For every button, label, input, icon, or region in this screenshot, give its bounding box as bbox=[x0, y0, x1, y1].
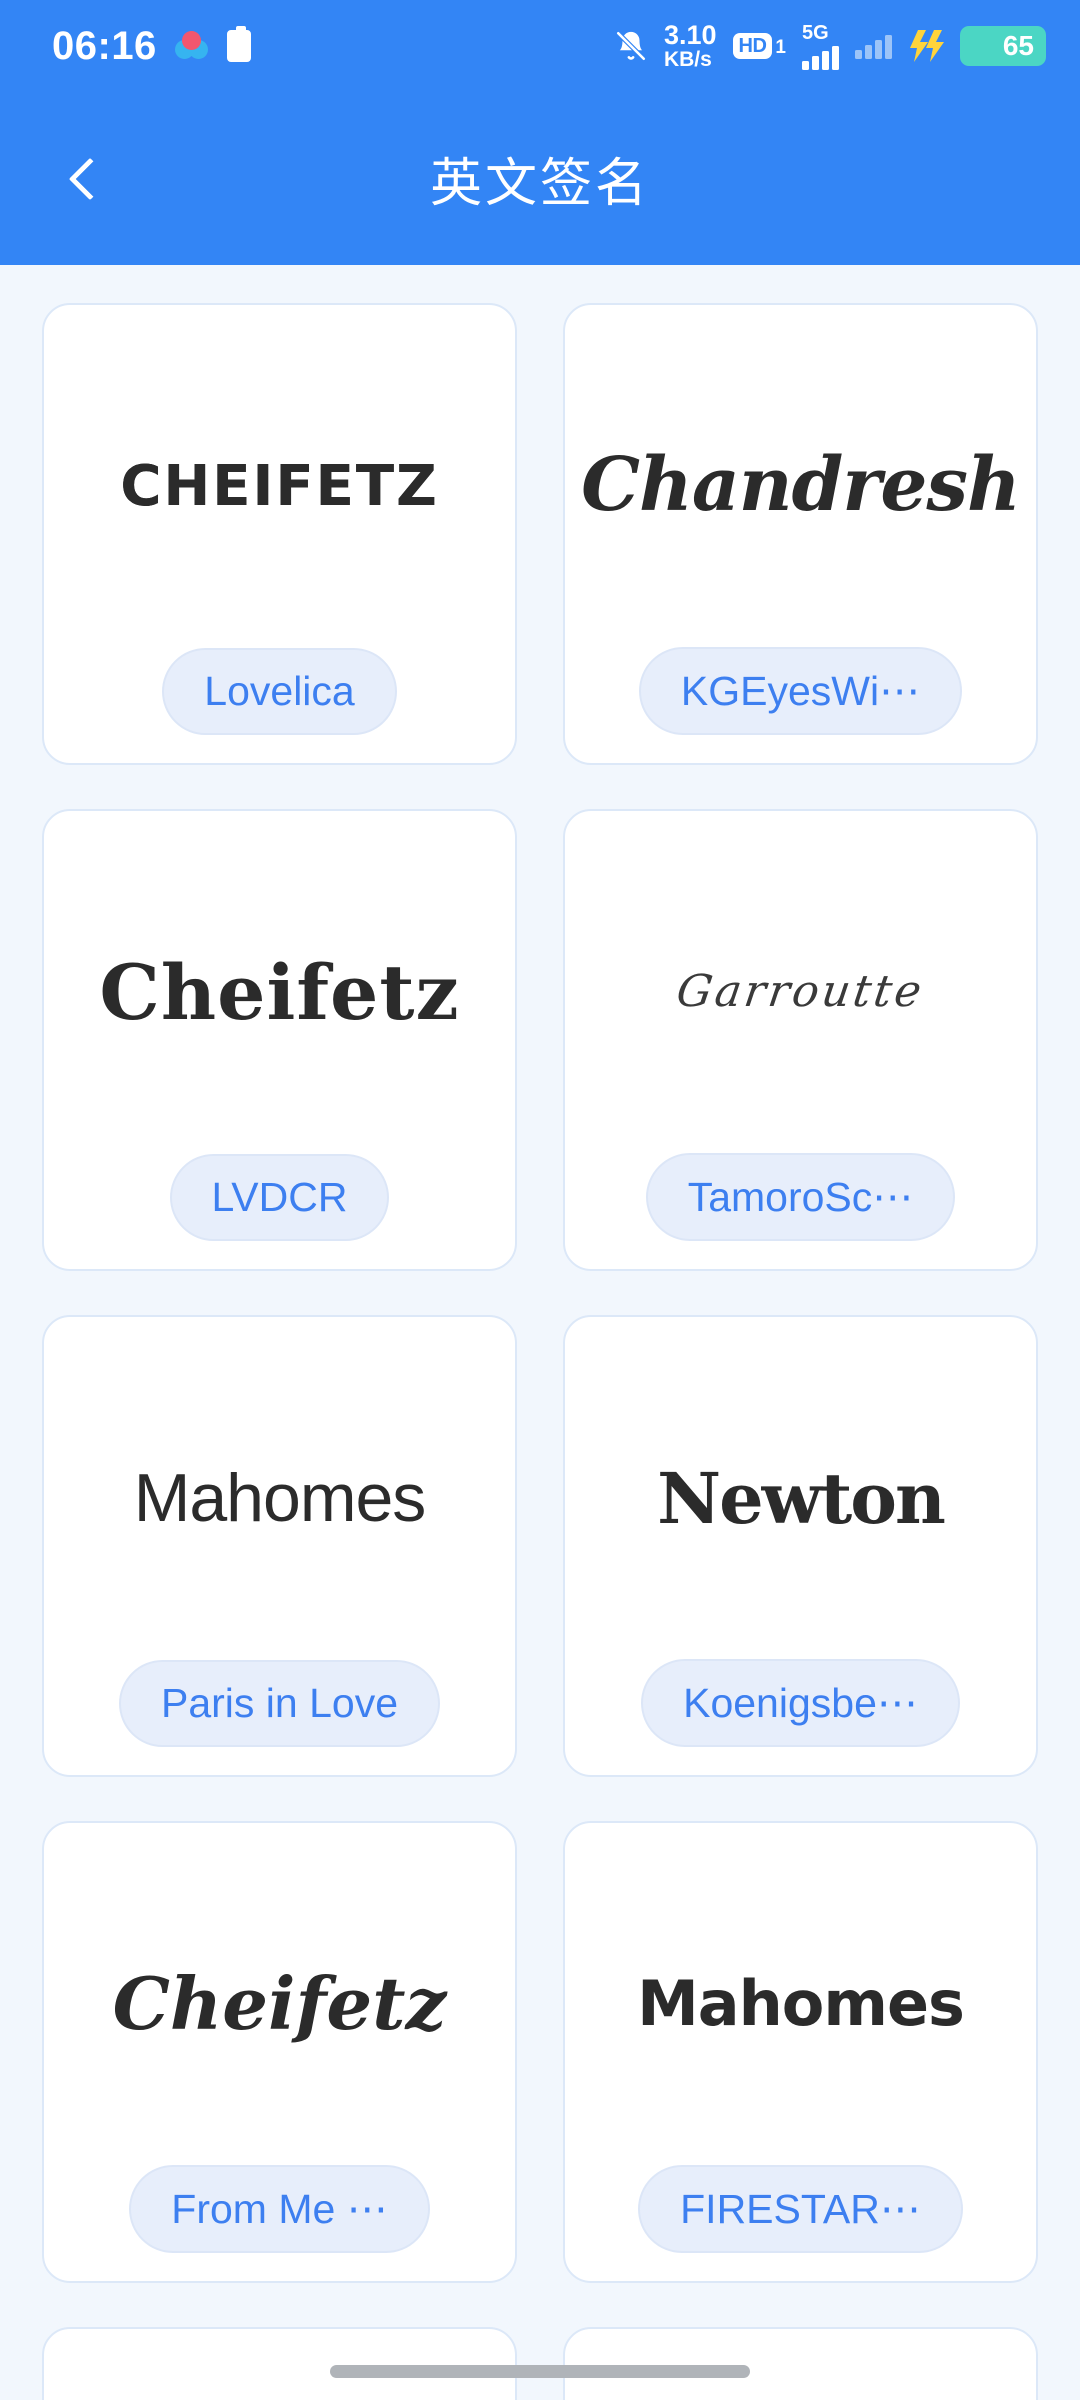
signature-preview: Cheifetz bbox=[62, 1843, 497, 2165]
flower-dots-icon bbox=[174, 31, 209, 61]
signature-preview: Cheifetz bbox=[62, 831, 497, 1154]
battery-percent-badge: 65 bbox=[960, 26, 1046, 66]
signature-preview-text: Cheifetz bbox=[112, 1961, 447, 2047]
signature-card[interactable]: Mahomes Paris in Love bbox=[42, 1315, 517, 1777]
signal-bars-icon bbox=[802, 44, 839, 70]
signature-preview: CHEIFETZ bbox=[62, 325, 497, 648]
double-lightning-icon bbox=[908, 28, 944, 64]
signature-card[interactable]: Mahomes FIRESTAR⋯ bbox=[563, 1821, 1038, 2283]
hd-label: HD bbox=[732, 33, 773, 59]
hd-sim-number: 1 bbox=[775, 37, 786, 58]
font-name-pill[interactable]: LVDCR bbox=[169, 1154, 390, 1241]
signature-preview-text: Garroutte bbox=[673, 965, 928, 1017]
font-name-pill[interactable]: TamoroSc⋯ bbox=[645, 1153, 956, 1241]
status-bar: 06:16 3.10 KB/s HD 1 5G 65 bbox=[0, 0, 1080, 92]
back-chevron-icon bbox=[68, 157, 112, 200]
signal-label: 5G bbox=[802, 21, 829, 44]
signal-bars-secondary-icon bbox=[855, 33, 892, 59]
signature-preview: Garroutte bbox=[583, 831, 1018, 1153]
font-name-pill[interactable]: From Me ⋯ bbox=[129, 2165, 430, 2253]
network-speed-unit: KB/s bbox=[663, 48, 712, 72]
signature-preview-text: Mahomes bbox=[637, 1966, 965, 2040]
status-time: 06:16 bbox=[52, 24, 157, 68]
signature-card[interactable]: Newton Koenigsbe⋯ bbox=[563, 1315, 1038, 1777]
hd-badge: HD 1 bbox=[732, 33, 786, 59]
signature-preview-text: Newton bbox=[657, 1456, 946, 1540]
signal-5g: 5G bbox=[802, 23, 839, 70]
network-speed-value: 3.10 bbox=[663, 19, 717, 50]
status-bar-left: 06:16 bbox=[52, 26, 251, 66]
signature-preview: Mahomes bbox=[583, 1843, 1018, 2165]
back-button[interactable] bbox=[54, 143, 126, 215]
font-name-pill[interactable]: KGEyesWi⋯ bbox=[638, 647, 963, 735]
bell-off-icon bbox=[614, 28, 648, 64]
font-name-pill[interactable]: Koenigsbe⋯ bbox=[641, 1659, 960, 1747]
battery-percent-text: 65 bbox=[1002, 30, 1034, 62]
signature-preview: Mahomes bbox=[62, 1337, 497, 1660]
signature-preview-text: Chandresh bbox=[583, 442, 1018, 529]
signature-card[interactable]: Garroutte TamoroSc⋯ bbox=[563, 809, 1038, 1271]
app-header: 英文签名 bbox=[0, 92, 1080, 265]
signature-list-scroll[interactable]: CHEIFETZ Lovelica Chandresh KGEyesWi⋯ Cheife… bbox=[0, 265, 1080, 2400]
battery-icon bbox=[226, 26, 251, 62]
signature-preview-text: Cheifetz bbox=[99, 947, 460, 1037]
signature-grid: CHEIFETZ Lovelica Chandresh KGEyesWi⋯ Cheife… bbox=[0, 265, 1080, 2400]
page-title: 英文签名 bbox=[429, 154, 650, 214]
status-bar-right: 3.10 KB/s HD 1 5G 65 bbox=[614, 19, 1046, 72]
home-indicator[interactable] bbox=[330, 2365, 750, 2378]
signature-preview: Newton bbox=[583, 1337, 1018, 1659]
signature-card[interactable]: Chandresh KGEyesWi⋯ bbox=[563, 303, 1038, 765]
font-name-pill[interactable]: FIRESTAR⋯ bbox=[638, 2165, 963, 2253]
signature-card[interactable]: CHEIFETZ Lovelica bbox=[42, 303, 517, 765]
signature-preview-text: CHEIFETZ bbox=[120, 453, 439, 519]
font-name-pill[interactable]: Paris in Love bbox=[118, 1660, 440, 1747]
signature-card[interactable] bbox=[563, 2327, 1038, 2400]
signature-preview-text: Mahomes bbox=[133, 1460, 427, 1537]
signature-preview: Chandresh bbox=[583, 325, 1018, 647]
signature-card[interactable] bbox=[42, 2327, 517, 2400]
network-speed: 3.10 KB/s bbox=[663, 19, 717, 72]
font-name-pill[interactable]: Lovelica bbox=[162, 648, 397, 735]
signature-card[interactable]: Cheifetz From Me ⋯ bbox=[42, 1821, 517, 2283]
signature-card[interactable]: Cheifetz LVDCR bbox=[42, 809, 517, 1271]
